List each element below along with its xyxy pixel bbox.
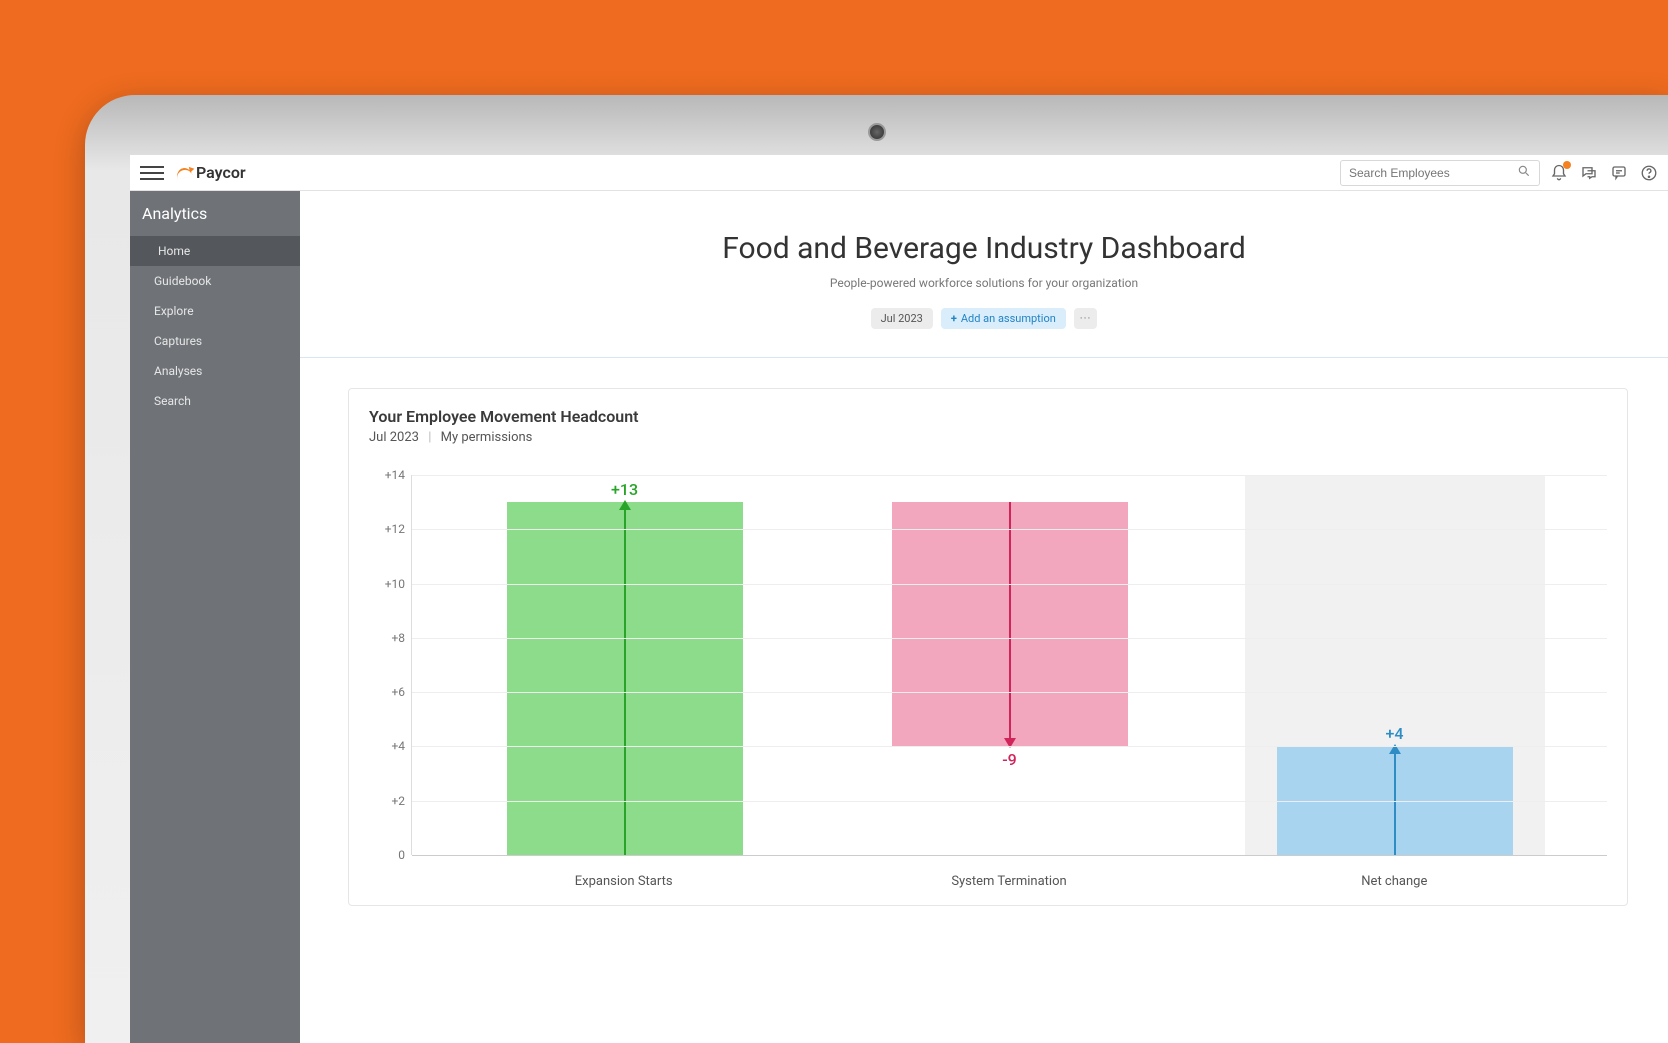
- card-period: Jul 2023: [369, 430, 419, 445]
- sidebar-item-label: Guidebook: [154, 274, 211, 288]
- card-scope: My permissions: [441, 430, 533, 445]
- topbar-icons: [1550, 164, 1658, 182]
- arrow-head-icon: [619, 500, 631, 510]
- chart-y-tick: +12: [369, 522, 405, 536]
- device-frame: Paycor: [85, 95, 1668, 1043]
- divider: [300, 357, 1668, 358]
- chart-gridline: [412, 855, 1607, 856]
- chart-bars: +13 -9 +4: [412, 475, 1607, 855]
- chart-value-label: -9: [1002, 750, 1017, 769]
- chart-gridline: [412, 638, 1607, 639]
- chart-y-tick: 0: [369, 848, 405, 862]
- chart-y-tick: +4: [369, 739, 405, 753]
- app-screen: Paycor: [130, 155, 1668, 1043]
- notification-badge-icon: [1563, 161, 1571, 169]
- chart-x-label: Net change: [1254, 874, 1534, 889]
- chart-gridline: [412, 475, 1607, 476]
- plus-icon: +: [951, 312, 957, 325]
- search-input[interactable]: [1349, 166, 1517, 180]
- chart-bar-slot: -9: [870, 475, 1150, 855]
- sidebar-item-label: Home: [158, 244, 190, 258]
- search-employees-box[interactable]: [1340, 160, 1540, 186]
- brand-name: Paycor: [196, 163, 246, 182]
- arrow-line-icon: [624, 502, 626, 855]
- employee-movement-chart: 0+2+4+6+8+10+12+14 +13-9+4 Expansion Sta…: [369, 475, 1607, 905]
- sidebar-item-captures[interactable]: Captures: [130, 326, 300, 356]
- sidebar-title: Analytics: [130, 191, 300, 236]
- search-icon[interactable]: [1517, 164, 1531, 182]
- chart-x-labels: Expansion Starts System Termination Net ch…: [411, 874, 1607, 889]
- messages-icon[interactable]: [1580, 164, 1598, 182]
- sidebar-item-home[interactable]: Home: [130, 236, 300, 266]
- add-assumption-button[interactable]: + Add an assumption: [941, 308, 1066, 329]
- sidebar-item-analyses[interactable]: Analyses: [130, 356, 300, 386]
- chart-gridline: [412, 584, 1607, 585]
- chart-y-tick: +2: [369, 794, 405, 808]
- chart-y-tick: +6: [369, 685, 405, 699]
- device-camera: [868, 123, 886, 141]
- brand-logo[interactable]: Paycor: [176, 163, 246, 182]
- chart-gridline: [412, 529, 1607, 530]
- sidebar-item-label: Captures: [154, 334, 202, 348]
- chart-y-axis: 0+2+4+6+8+10+12+14: [369, 475, 405, 855]
- chart-bar-slot: +13: [485, 475, 765, 855]
- chart-gridline: [412, 801, 1607, 802]
- more-options-button[interactable]: ···: [1074, 308, 1098, 329]
- chart-value-label: +13: [611, 480, 638, 499]
- chart-x-label: Expansion Starts: [484, 874, 764, 889]
- employee-movement-card: Your Employee Movement Headcount Jul 202…: [348, 388, 1628, 906]
- sidebar-items: Home Guidebook Explore Captures Analyses…: [130, 236, 300, 416]
- hamburger-menu-icon[interactable]: [140, 161, 164, 185]
- dashboard-title: Food and Beverage Industry Dashboard: [320, 231, 1648, 266]
- sidebar-item-explore[interactable]: Explore: [130, 296, 300, 326]
- add-assumption-label: Add an assumption: [961, 312, 1056, 325]
- separator-icon: |: [428, 430, 431, 445]
- help-icon[interactable]: [1640, 164, 1658, 182]
- chart-y-tick: +8: [369, 631, 405, 645]
- sidebar-item-label: Search: [154, 394, 191, 408]
- logo-swoosh-icon: [175, 166, 193, 179]
- sidebar: Analytics Home Guidebook Explore Capture…: [130, 191, 300, 1043]
- notifications-bell-icon[interactable]: [1550, 164, 1568, 182]
- dashboard-header: Food and Beverage Industry Dashboard Peo…: [300, 191, 1668, 347]
- main-content: Food and Beverage Industry Dashboard Peo…: [300, 191, 1668, 1043]
- chart-gridline: [412, 746, 1607, 747]
- chart-plot-area: +13 -9 +4: [411, 475, 1607, 855]
- sidebar-item-label: Explore: [154, 304, 194, 318]
- dashboard-chips: Jul 2023 + Add an assumption ···: [320, 308, 1648, 329]
- card-subtitle: Jul 2023 | My permissions: [369, 430, 1607, 445]
- arrow-line-icon: [1009, 502, 1011, 746]
- chart-x-label: System Termination: [869, 874, 1149, 889]
- dashboard-subtitle: People-powered workforce solutions for y…: [320, 276, 1648, 290]
- chart-value-label: +4: [1386, 724, 1404, 743]
- chart-gridline: [412, 692, 1607, 693]
- card-title: Your Employee Movement Headcount: [369, 407, 1607, 426]
- chart-y-tick: +10: [369, 577, 405, 591]
- chart-y-tick: +14: [369, 468, 405, 482]
- sidebar-item-guidebook[interactable]: Guidebook: [130, 266, 300, 296]
- topbar: Paycor: [130, 155, 1668, 191]
- feedback-icon[interactable]: [1610, 164, 1628, 182]
- date-chip[interactable]: Jul 2023: [871, 308, 933, 329]
- chart-bar-slot: +4: [1255, 475, 1535, 855]
- sidebar-item-label: Analyses: [154, 364, 202, 378]
- sidebar-item-search[interactable]: Search: [130, 386, 300, 416]
